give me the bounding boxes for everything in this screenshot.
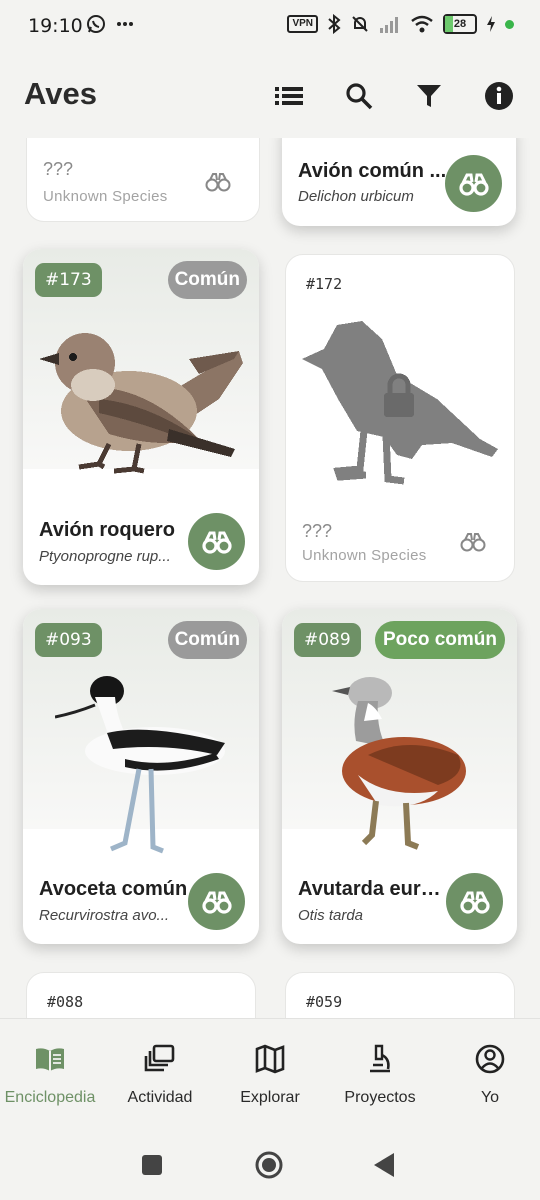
species-number: #089 (294, 623, 361, 657)
wifi-icon (411, 15, 433, 33)
avoceta-comun-image (55, 676, 225, 854)
map-icon (255, 1044, 285, 1074)
gallery-icon (144, 1044, 175, 1072)
search-button[interactable] (342, 79, 376, 113)
species-scientific-name: Recurvirostra avo... (39, 907, 170, 924)
microscope-icon (370, 1044, 390, 1073)
filter-button[interactable] (412, 79, 446, 113)
avion-roquero-image (39, 333, 243, 474)
species-number: #088 (47, 993, 84, 1011)
species-number: #173 (35, 263, 102, 297)
more-notifications-icon (117, 22, 133, 26)
species-name: Avutarda euro... (298, 878, 448, 900)
rarity-badge: Poco común (374, 621, 505, 659)
page-title: Aves (24, 76, 97, 111)
species-grid: ??? Unknown Species Avión común ... Deli… (0, 138, 540, 1018)
unknown-species-label: Unknown Species (43, 188, 168, 205)
bluetooth-icon (328, 14, 341, 34)
observed-button[interactable] (445, 155, 502, 212)
nav-label: Explorar (240, 1089, 300, 1106)
list-icon (275, 87, 303, 105)
status-time: 19:10 (28, 15, 83, 37)
whatsapp-icon (87, 15, 105, 33)
recents-button-icon[interactable] (141, 1154, 163, 1176)
info-icon (485, 82, 513, 110)
species-number: #093 (35, 623, 102, 657)
species-card-unknown[interactable]: ??? Unknown Species (26, 138, 260, 222)
species-card-avutarda-euro[interactable]: #089 Poco común Avutarda euro... Otis ta… (282, 609, 517, 944)
species-scientific-name: Otis tarda (298, 907, 364, 924)
binoculars-outline-icon (460, 533, 486, 552)
nav-label: Actividad (127, 1089, 193, 1106)
binoculars-outline-icon (205, 173, 231, 192)
nav-explorar[interactable]: Explorar (216, 1019, 324, 1133)
unknown-species-label: Unknown Species (302, 547, 427, 564)
home-button-icon[interactable] (254, 1150, 284, 1180)
species-scientific-name: Delichon urbicum (298, 188, 414, 205)
rarity-badge: Común (167, 261, 247, 299)
species-card-088[interactable]: #088 (26, 972, 256, 1018)
signal-icon (380, 17, 398, 33)
observed-button[interactable] (188, 873, 245, 930)
info-button[interactable] (482, 79, 516, 113)
nav-enciclopedia[interactable]: Enciclopedia (0, 1019, 104, 1133)
book-icon (36, 1048, 64, 1071)
observed-button[interactable] (446, 873, 503, 930)
nav-label: Proyectos (344, 1089, 416, 1106)
back-button-icon[interactable] (373, 1152, 395, 1178)
nav-label: Yo (480, 1089, 500, 1106)
status-bar: 19:10 VPN 28 (0, 0, 540, 52)
species-number: #059 (306, 993, 343, 1011)
privacy-dot (505, 19, 514, 29)
species-card-avoceta-comun[interactable]: #093 Común Avoceta común Recurvirostra a… (23, 609, 259, 944)
system-navigation-bar (0, 1132, 540, 1200)
list-view-button[interactable] (272, 79, 306, 113)
species-card-locked[interactable]: #172 ??? Unknown Species (285, 254, 515, 582)
filter-icon (417, 85, 441, 107)
app-bar: Aves (0, 52, 540, 138)
binoculars-icon (201, 531, 232, 554)
species-scientific-name: Ptyonoprogne rup... (39, 548, 171, 565)
species-name: Avoceta común (39, 878, 188, 900)
nav-yo[interactable]: Yo (436, 1019, 540, 1133)
battery-indicator: 28 (443, 14, 477, 34)
nav-label: Enciclopedia (4, 1089, 96, 1106)
vpn-badge: VPN (287, 15, 318, 33)
search-icon (346, 83, 373, 110)
nav-actividad[interactable]: Actividad (106, 1019, 214, 1133)
locked-bird-silhouette (302, 321, 498, 485)
unknown-label: ??? (302, 521, 333, 541)
species-name: Avión roquero (39, 519, 175, 541)
nav-proyectos[interactable]: Proyectos (326, 1019, 434, 1133)
binoculars-icon (458, 173, 489, 196)
charging-icon (487, 16, 495, 32)
unknown-label: ??? (43, 159, 74, 179)
bottom-navigation: Enciclopedia Actividad Explorar Proyecto… (0, 1018, 540, 1133)
avutarda-image (332, 677, 466, 850)
species-card-059[interactable]: #059 (285, 972, 515, 1018)
binoculars-icon (201, 891, 232, 914)
species-card-avion-comun[interactable]: Avión común ... Delichon urbicum (282, 138, 516, 226)
species-card-avion-roquero[interactable]: #173 Común Avión roquero Ptyonoprogne ru… (23, 249, 259, 585)
observed-button[interactable] (188, 513, 245, 570)
binoculars-icon (459, 891, 490, 914)
species-name: Avión común ... (298, 160, 447, 182)
mute-bell-icon (352, 16, 368, 32)
rarity-badge: Común (167, 621, 247, 659)
profile-icon (475, 1044, 505, 1074)
species-number: #172 (306, 275, 343, 293)
